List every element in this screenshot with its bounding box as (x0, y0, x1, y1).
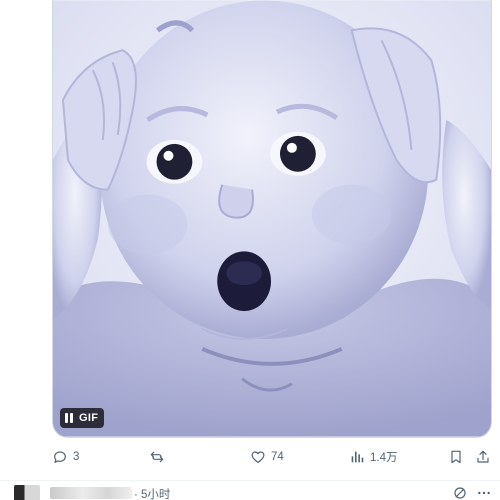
tweet-timestamp[interactable]: · 5小时 (134, 486, 170, 500)
gif-badge[interactable]: GIF (60, 408, 105, 428)
heart-icon (251, 451, 265, 463)
avatar[interactable] (14, 485, 40, 500)
reply-icon (54, 451, 66, 463)
grok-icon[interactable] (452, 485, 468, 500)
views-chart-icon (351, 451, 364, 463)
gif-media[interactable] (52, 0, 492, 438)
bookmark-button[interactable] (448, 446, 464, 468)
retweet-icon (150, 451, 164, 463)
retweet-button[interactable] (149, 446, 170, 468)
username-blurred[interactable] (50, 487, 132, 499)
share-icon (477, 450, 489, 463)
next-tweet-header: · 5小时 (0, 480, 500, 500)
tweet-action-bar: 3 74 1.4万 (52, 446, 492, 468)
pause-icon[interactable] (65, 413, 73, 423)
reply-button[interactable]: 3 (52, 446, 79, 468)
share-button[interactable] (475, 446, 491, 468)
views-count: 1.4万 (370, 452, 398, 464)
bookmark-icon (451, 450, 461, 464)
reply-count: 3 (73, 451, 80, 463)
more-options-icon[interactable] (476, 485, 492, 500)
like-count: 74 (271, 451, 284, 463)
like-button[interactable]: 74 (250, 446, 284, 468)
gif-label: GIF (79, 412, 99, 424)
views-button[interactable]: 1.4万 (349, 446, 398, 468)
baby-image-icon (53, 0, 491, 437)
